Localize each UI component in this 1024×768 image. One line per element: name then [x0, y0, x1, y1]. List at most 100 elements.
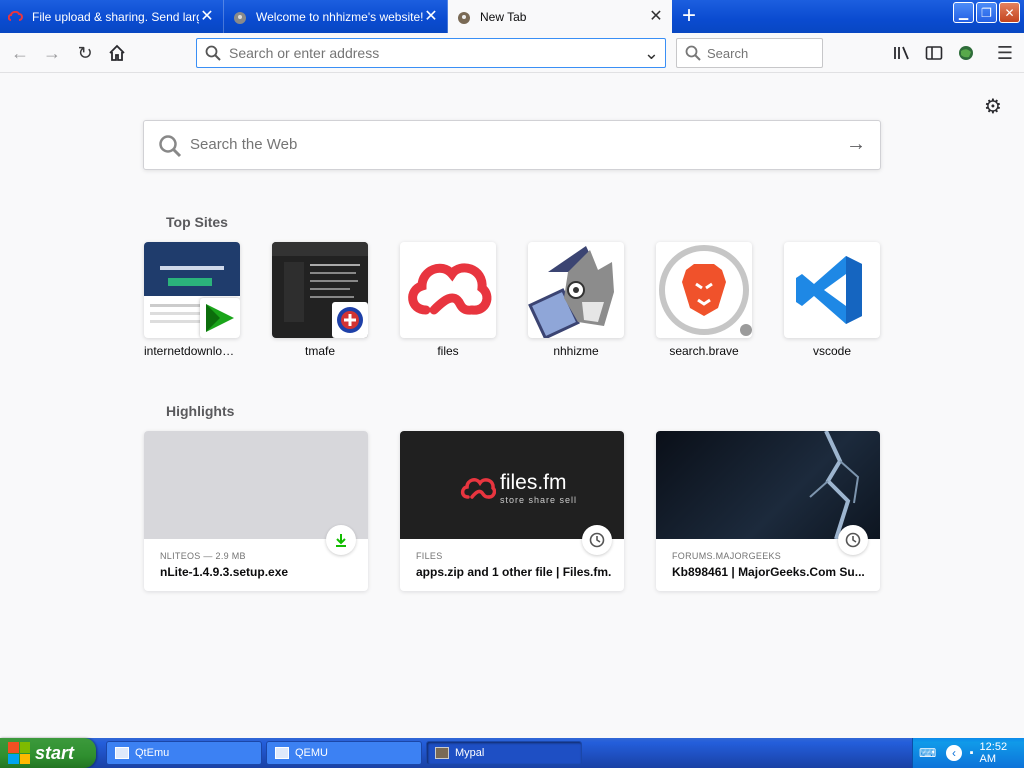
highlight-context: FILES	[416, 551, 443, 561]
highlight-context: NLITEOS — 2.9 MB	[160, 551, 246, 561]
tray-icon[interactable]: ▪	[970, 747, 974, 759]
lightning-image	[809, 431, 860, 539]
start-button[interactable]: start	[0, 738, 96, 768]
top-site-tile[interactable]: tmafe	[272, 242, 368, 358]
top-site-name: files	[437, 344, 459, 358]
vscode-logo-icon	[796, 256, 862, 324]
search-input[interactable]	[707, 46, 817, 61]
highlight-preview: files.fm store share sell	[400, 431, 624, 539]
taskbar: start QtEmu QEMU Mypal ⌨ ‹ ▪ 12:52 AM	[0, 738, 1024, 768]
close-window-button[interactable]: ✕	[999, 2, 1020, 23]
top-site-thumbnail	[656, 242, 752, 338]
web-search-input[interactable]	[190, 136, 810, 153]
tab-close-icon[interactable]: ✕	[648, 8, 664, 25]
tab-label: File upload & sharing. Send large f	[32, 9, 199, 24]
tab-files-fm[interactable]: File upload & sharing. Send large f ✕	[0, 0, 224, 33]
minimize-button[interactable]: ▁	[953, 2, 974, 23]
sidebar-button[interactable]	[922, 41, 946, 65]
highlights-heading: Highlights	[166, 403, 235, 419]
forward-button[interactable]: →	[40, 41, 64, 65]
extension-globe-icon	[959, 46, 973, 60]
top-site-thumbnail	[144, 242, 240, 338]
top-site-thumbnail	[528, 242, 624, 338]
back-arrow-icon: ←	[11, 42, 29, 63]
brave-lion-icon	[659, 245, 752, 336]
top-site-thumbnail	[784, 242, 880, 338]
tab-label: New Tab	[480, 9, 527, 24]
files-fm-logo-icon	[460, 478, 496, 499]
clock: 12:52 AM	[979, 741, 1008, 765]
top-site-thumbnail	[272, 242, 368, 338]
tab-label: Welcome to nhhizme's website!	[256, 9, 423, 24]
highlight-card[interactable]: files.fm store share sell FILES apps.zip…	[400, 431, 624, 591]
reload-button[interactable]: ↻	[73, 41, 97, 65]
taskbar-item-qtemu[interactable]: QtEmu	[106, 741, 262, 765]
new-tab-button[interactable]: +	[672, 0, 706, 33]
files-fm-wordmark: files.fm	[500, 471, 567, 494]
forward-arrow-icon: →	[43, 42, 61, 63]
keyboard-icon[interactable]: ⌨	[919, 746, 936, 760]
highlight-preview	[656, 431, 880, 539]
nav-toolbar: ← → ↻ ⌄ ☰	[0, 33, 1024, 73]
taskbar-item-qemu[interactable]: QEMU	[266, 741, 422, 765]
taskbar-item-label: Mypal	[455, 747, 485, 759]
highlight-title: Kb898461 | MajorGeeks.Com Su...	[672, 565, 865, 579]
back-button[interactable]: ←	[8, 41, 32, 65]
top-site-name: vscode	[812, 344, 852, 358]
search-bar[interactable]	[676, 38, 823, 68]
start-label: start	[35, 742, 75, 763]
tab-close-icon[interactable]: ✕	[199, 8, 215, 25]
files-fm-logo-icon	[408, 263, 492, 315]
wolf-mascot-icon	[528, 246, 614, 338]
top-sites-heading: Top Sites	[166, 214, 228, 230]
clock-icon	[838, 525, 868, 555]
home-icon	[109, 44, 125, 61]
extension-button[interactable]	[954, 41, 978, 65]
search-icon	[159, 135, 182, 158]
top-site-name: search.brave	[669, 344, 739, 358]
web-search-box[interactable]: →	[143, 120, 881, 170]
top-site-name: nhhizme	[553, 344, 599, 358]
highlight-context: FORUMS.MAJORGEEKS	[672, 551, 782, 561]
tab-close-icon[interactable]: ✕	[423, 8, 439, 25]
window-controls: ▁ ❐ ✕	[953, 2, 1020, 23]
wolf-favicon-icon	[232, 9, 248, 25]
search-icon	[685, 45, 701, 61]
gear-icon[interactable]: ⚙	[984, 94, 1002, 119]
tab-new-tab[interactable]: New Tab ✕	[448, 0, 672, 33]
top-site-tile[interactable]: nhhizme	[528, 242, 624, 358]
taskbar-item-label: QEMU	[295, 747, 328, 759]
highlight-card[interactable]: FORUMS.MAJORGEEKS Kb898461 | MajorGeeks.…	[656, 431, 880, 591]
chevron-left-icon[interactable]: ‹	[946, 745, 962, 761]
library-icon	[894, 46, 909, 60]
library-button[interactable]	[890, 41, 914, 65]
search-icon	[205, 45, 221, 61]
system-tray: ⌨ ‹ ▪ 12:52 AM	[912, 738, 1024, 768]
highlight-preview	[144, 431, 368, 539]
arrow-right-icon[interactable]: →	[846, 133, 866, 156]
windows-logo-icon	[8, 742, 30, 764]
top-site-tile[interactable]: internetdownload...	[144, 242, 240, 358]
tab-nhhizme[interactable]: Welcome to nhhizme's website! ✕	[224, 0, 448, 33]
address-input[interactable]	[229, 45, 629, 61]
restore-button[interactable]: ❐	[976, 2, 997, 23]
top-site-thumbnail	[400, 242, 496, 338]
highlight-card[interactable]: NLITEOS — 2.9 MB nLite-1.4.9.3.setup.exe	[144, 431, 368, 591]
reload-icon: ↻	[77, 42, 93, 63]
menu-button[interactable]: ☰	[993, 41, 1017, 65]
address-bar[interactable]: ⌄	[196, 38, 666, 68]
hamburger-menu-icon: ☰	[996, 42, 1014, 63]
taskbar-item-mypal[interactable]: Mypal	[426, 741, 582, 765]
tmafe-logo-icon	[332, 302, 368, 338]
plus-icon: +	[681, 2, 696, 29]
home-button[interactable]	[105, 41, 129, 65]
taskbar-item-label: QtEmu	[135, 747, 170, 759]
top-site-tile[interactable]: search.brave	[656, 242, 752, 358]
top-site-tile[interactable]: files	[400, 242, 496, 358]
top-site-tile[interactable]: vscode	[784, 242, 880, 358]
files-fm-tagline: store share sell	[500, 495, 578, 505]
chevron-down-icon[interactable]: ⌄	[644, 43, 659, 64]
download-icon	[326, 525, 356, 555]
files-fm-favicon-icon	[8, 9, 24, 25]
top-site-name: internetdownload...	[144, 344, 240, 358]
